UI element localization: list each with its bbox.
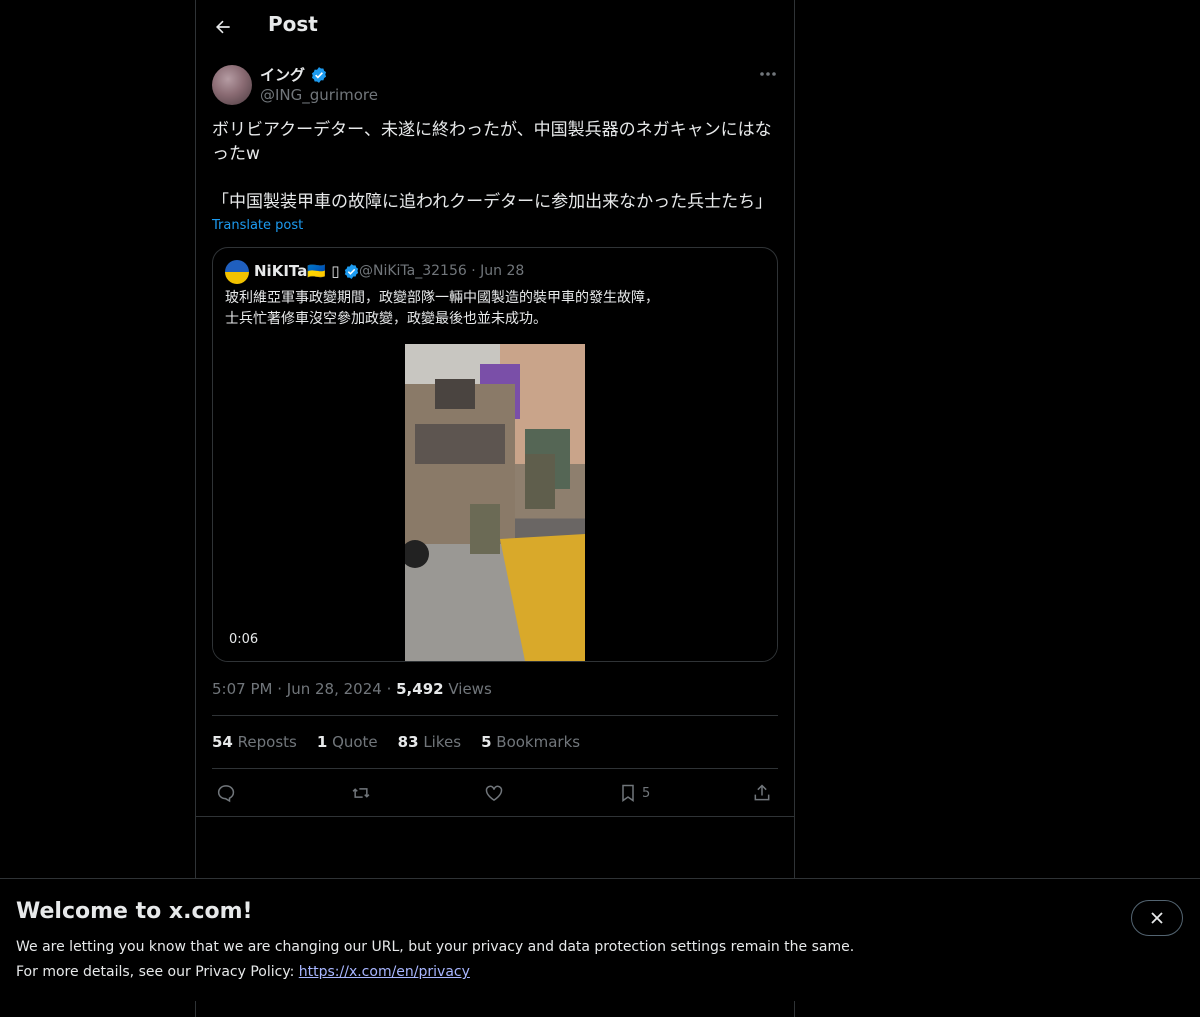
bookmark-icon xyxy=(622,784,634,802)
post-time[interactable]: 5:07 PM xyxy=(212,680,272,698)
more-icon xyxy=(760,72,776,76)
divider xyxy=(196,816,794,817)
separator-dot: · xyxy=(471,263,481,279)
likes-stat[interactable]: 83 Likes xyxy=(398,733,461,751)
author-name-row[interactable]: イング xyxy=(260,64,328,85)
video-player[interactable]: 0:06 xyxy=(213,344,777,661)
bookmarks-stat[interactable]: 5 Bookmarks xyxy=(481,733,580,751)
share-button[interactable] xyxy=(752,779,772,807)
banner-title: Welcome to x.com! xyxy=(16,899,253,924)
quote-text: 玻利維亞軍事政變期間，政變部隊一輛中國製造的裝甲車的發生故障， 士兵忙著修車沒空… xyxy=(225,290,659,327)
action-bar: 5 xyxy=(212,779,778,807)
banner-line-1: We are letting you know that we are chan… xyxy=(16,939,855,955)
post-text: ボリビアクーデター、未遂に終わったが、中国製兵器のネガキャンにはなったw 「中国… xyxy=(212,120,773,212)
heart-icon xyxy=(485,785,503,801)
reposts-stat[interactable]: 54 Reposts xyxy=(212,733,297,751)
close-banner-button[interactable] xyxy=(1131,900,1183,936)
separator-dot: · xyxy=(277,680,287,698)
url-change-banner: Welcome to x.com! We are letting you kno… xyxy=(0,878,1200,1001)
banner-text: We are letting you know that we are chan… xyxy=(16,935,854,985)
share-icon xyxy=(754,784,770,801)
quote-author-name-row: NiKITa🇺🇦 ▯ xyxy=(254,262,360,280)
back-button[interactable] xyxy=(208,10,238,44)
video-thumbnail[interactable] xyxy=(405,344,585,661)
author-name[interactable]: イング xyxy=(260,64,305,85)
video-duration: 0:06 xyxy=(229,632,259,647)
views-label: Views xyxy=(448,680,492,698)
repost-button[interactable] xyxy=(350,779,372,807)
video-scene-graphic xyxy=(405,344,585,661)
views-count: 5,492 xyxy=(396,680,444,698)
bookmark-count: 5 xyxy=(642,785,651,801)
engagement-stats: 54 Reposts 1 Quote 83 Likes 5 Bookmarks xyxy=(212,733,580,751)
quotes-stat[interactable]: 1 Quote xyxy=(317,733,378,751)
close-icon xyxy=(1151,912,1163,924)
main-column: Post イング @ING_gurimore ボリビアクーデター、未遂に終わった… xyxy=(195,0,795,1017)
quoted-post-card[interactable]: NiKITa🇺🇦 ▯ @NiKiTa_32156 · Jun 28 玻利維亞軍事… xyxy=(212,247,778,662)
header: Post xyxy=(196,0,794,54)
author-handle[interactable]: @ING_gurimore xyxy=(260,86,378,104)
reply-button[interactable] xyxy=(216,779,236,807)
quote-date: Jun 28 xyxy=(480,263,525,279)
quote-author-name: NiKITa🇺🇦 ▯ xyxy=(254,262,340,280)
separator-dot: · xyxy=(386,680,397,698)
verified-badge-icon xyxy=(345,263,359,279)
divider xyxy=(212,715,778,716)
verified-badge-icon xyxy=(311,66,327,83)
quote-author-handle: @NiKiTa_32156 xyxy=(359,263,467,279)
repost-icon xyxy=(352,788,370,798)
banner-line-2-prefix: For more details, see our Privacy Policy… xyxy=(16,964,299,980)
privacy-policy-link[interactable]: https://x.com/en/privacy xyxy=(299,964,470,980)
author-avatar[interactable] xyxy=(212,65,252,105)
post-date[interactable]: Jun 28, 2024 xyxy=(287,680,382,698)
banner-line-2: For more details, see our Privacy Policy… xyxy=(16,960,854,985)
post-timestamp: 5:07 PM · Jun 28, 2024 · 5,492 Views xyxy=(212,680,492,698)
divider xyxy=(212,768,778,769)
quote-meta: @NiKiTa_32156 · Jun 28 xyxy=(359,263,524,279)
page-title: Post xyxy=(268,12,318,36)
bookmark-button[interactable]: 5 xyxy=(618,779,650,807)
more-options-button[interactable] xyxy=(756,64,780,84)
quote-author-avatar xyxy=(225,260,249,284)
back-arrow-icon xyxy=(216,20,230,34)
like-button[interactable] xyxy=(484,779,504,807)
translate-post-link[interactable]: Translate post xyxy=(212,218,303,233)
reply-icon xyxy=(217,785,235,803)
